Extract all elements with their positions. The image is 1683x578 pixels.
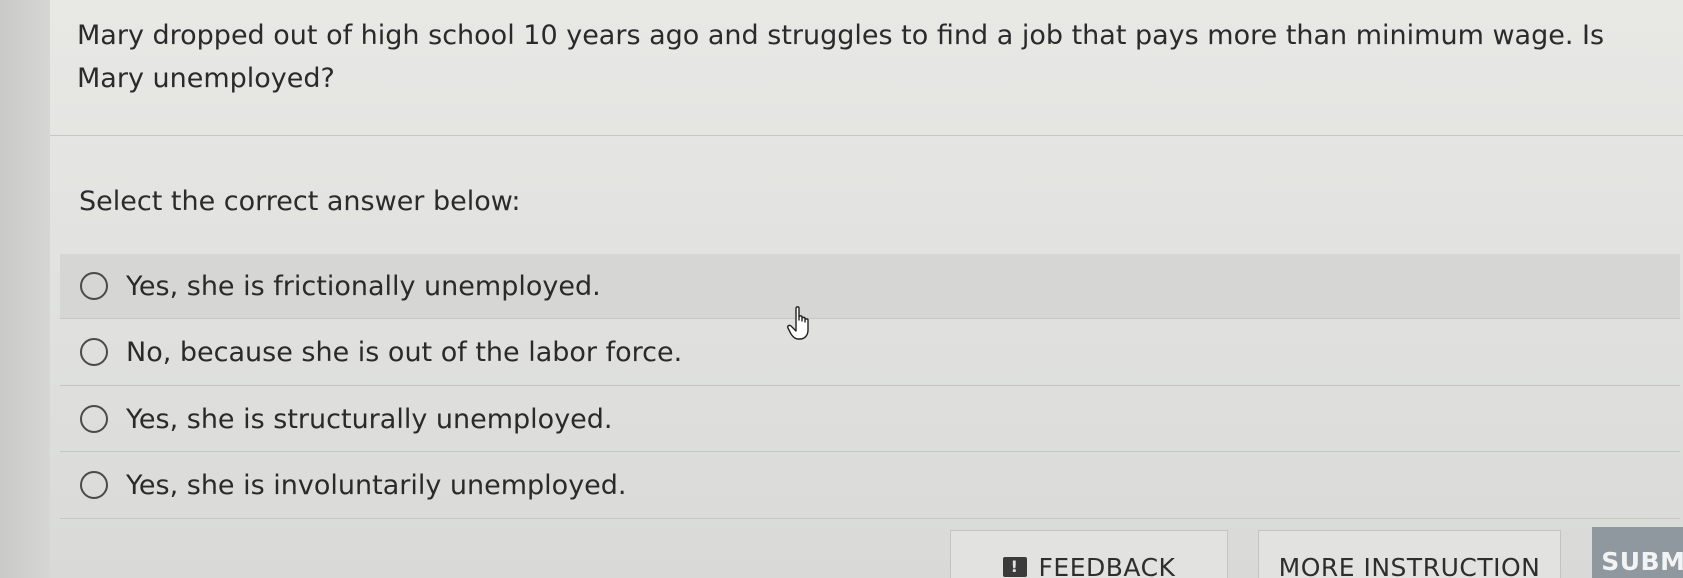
submit-label: SUBMIT [1601,547,1683,576]
radio-button-icon[interactable] [80,338,108,366]
submit-button[interactable]: SUBMIT [1592,527,1683,578]
feedback-button[interactable]: ! FEEDBACK [950,530,1228,578]
option-out-of-labor-force[interactable]: No, because she is out of the labor forc… [60,320,1680,384]
answer-prompt: Select the correct answer below: [79,186,521,217]
option-label: Yes, she is involuntarily unemployed. [126,469,627,501]
option-frictionally-unemployed[interactable]: Yes, she is frictionally unemployed. [60,254,1680,318]
left-margin [0,0,50,578]
screen: Mary dropped out of high school 10 years… [0,0,1683,578]
divider [60,318,1680,319]
divider [60,385,1680,386]
divider [60,451,1680,452]
option-label: No, because she is out of the labor forc… [126,336,683,368]
question-text: Mary dropped out of high school 10 years… [77,20,1605,94]
option-structurally-unemployed[interactable]: Yes, she is structurally unemployed. [60,387,1680,451]
option-label: Yes, she is frictionally unemployed. [126,270,601,302]
option-label: Yes, she is structurally unemployed. [126,403,613,435]
radio-button-icon[interactable] [80,405,108,433]
divider [60,518,1680,519]
more-instruction-label: MORE INSTRUCTION [1278,553,1541,578]
divider [50,135,1683,136]
feedback-label: FEEDBACK [1038,553,1176,578]
radio-button-icon[interactable] [80,471,108,499]
radio-button-icon[interactable] [80,272,108,300]
question-card: Mary dropped out of high school 10 years… [50,0,1683,578]
alert-square-icon: ! [1002,557,1027,577]
option-involuntarily-unemployed[interactable]: Yes, she is involuntarily unemployed. [60,453,1680,517]
more-instruction-button[interactable]: MORE INSTRUCTION [1258,530,1561,578]
pointer-hand-cursor-icon [787,306,809,340]
